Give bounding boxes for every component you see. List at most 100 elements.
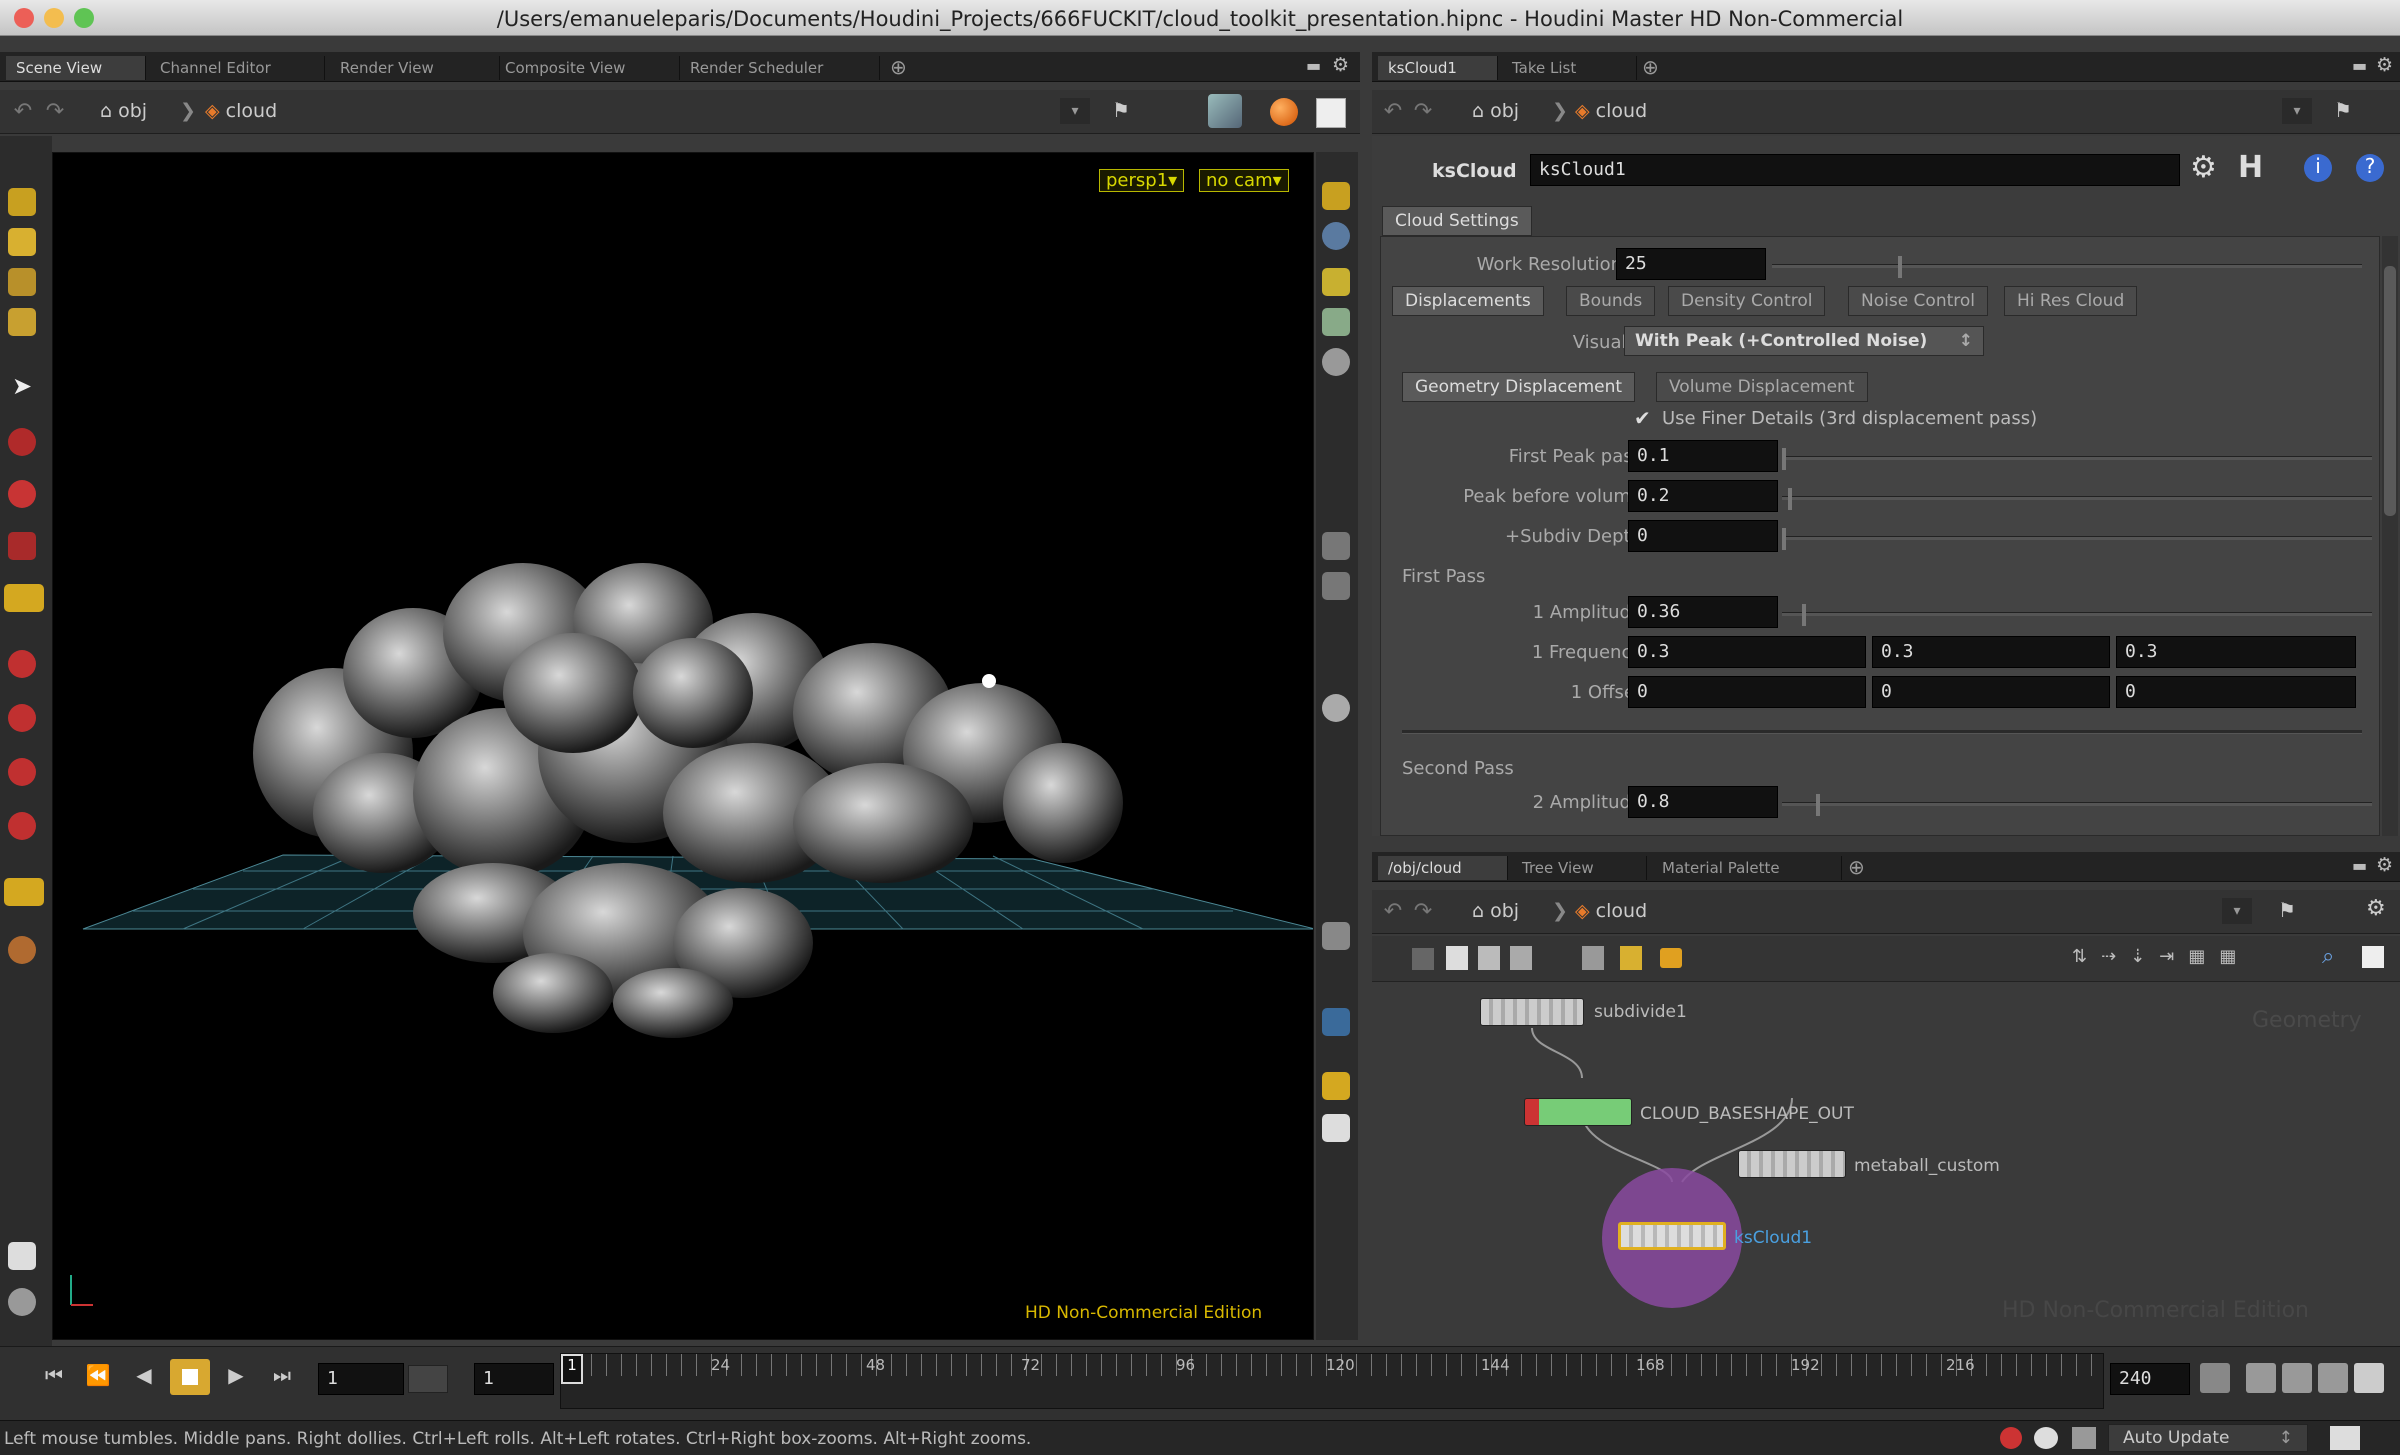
frequency-1-x-field[interactable]: 0.3 [1628,636,1866,668]
amplitude-1-slider[interactable] [1782,604,2372,626]
tab-bounds[interactable]: Bounds [1566,286,1656,316]
path-dropdown-icon[interactable]: ▾ [2222,898,2252,924]
help-icon[interactable]: ? [2356,154,2384,182]
layout-icon[interactable] [1322,1072,1350,1100]
tab-render-view[interactable]: Render View [330,56,500,80]
world-icon[interactable] [8,1288,36,1316]
pane-settings-icon[interactable]: ⚙ [2376,54,2393,76]
list-mode-icon[interactable] [1412,948,1434,970]
offset-1-z-field[interactable]: 0 [2116,676,2356,708]
path-node[interactable]: ◈ cloud [205,100,277,122]
tab-network[interactable]: /obj/cloud [1378,856,1508,880]
magnet-4-icon[interactable] [8,812,36,840]
offset-1-y-field[interactable]: 0 [1872,676,2110,708]
playhead-marker[interactable]: 1 [561,1354,583,1384]
node-kscloud1[interactable] [1618,1222,1726,1250]
tab-composite-view[interactable]: Composite View [495,56,680,80]
tab-volume-displacement[interactable]: Volume Displacement [1656,372,1868,402]
view-tool-icon[interactable] [8,228,36,256]
camera-view-icon[interactable] [1322,1008,1350,1036]
work-resolution-field[interactable]: 25 [1616,248,1766,280]
display-eye-icon[interactable] [1322,182,1350,210]
node-metaball-custom[interactable] [1738,1150,1846,1178]
performance-icon[interactable] [2072,1427,2096,1449]
back-icon[interactable]: ↶ [1378,897,1408,927]
network-settings-icon[interactable]: ⚙ [2366,896,2386,921]
snapshot-icon[interactable] [1316,98,1346,128]
visualize-menu[interactable]: With Peak (+Controlled Noise) ↕ [1624,326,1984,356]
safe-area-icon[interactable] [1322,1114,1350,1142]
offset-1-x-field[interactable]: 0 [1628,676,1866,708]
subdiv-depth-field[interactable]: 0 [1628,520,1778,552]
backface-icon[interactable] [1322,532,1350,560]
frame-icon[interactable] [2362,946,2384,968]
shading-icon[interactable] [1322,348,1350,376]
snap-icon[interactable] [4,878,44,906]
translate-tool-icon[interactable] [8,428,36,456]
first-peak-field[interactable]: 0.1 [1628,440,1778,472]
scope-icon[interactable] [2318,1363,2348,1393]
grid-icon[interactable] [1322,694,1350,722]
rotate-tool-icon[interactable] [8,480,36,508]
pane-maximize-icon[interactable]: ▬ [2352,56,2367,75]
pin-icon[interactable]: ⚑ [2334,98,2352,122]
path-dropdown-icon[interactable]: ▾ [2282,98,2312,124]
pin-icon[interactable]: ⚑ [1112,98,1130,122]
scene-viewport[interactable]: persp1▾ no cam▾ HD Non-Commercial Editio… [52,152,1314,1340]
tab-density-control[interactable]: Density Control [1668,286,1826,316]
work-resolution-slider[interactable] [1772,256,2362,278]
subdiv-depth-slider[interactable] [1782,528,2372,550]
pane-settings-icon[interactable]: ⚙ [2376,854,2393,876]
first-peak-slider[interactable] [1782,448,2372,470]
tab-tree-view[interactable]: Tree View [1512,856,1647,880]
path-node[interactable]: ◈ cloud [1575,900,1647,922]
vis-icon[interactable] [1322,922,1350,950]
pin-icon[interactable]: ⚑ [2278,898,2296,922]
stop-button[interactable] [170,1359,210,1395]
pane-maximize-icon[interactable]: ▬ [2352,856,2367,875]
current-frame-field[interactable]: 1 [318,1363,404,1395]
amplitude-2-slider[interactable] [1782,794,2372,816]
tab-hi-res-cloud[interactable]: Hi Res Cloud [2004,286,2138,316]
magnet-1-icon[interactable] [8,650,36,678]
path-root[interactable]: ⌂ obj [100,100,147,122]
tab-geometry-displacement[interactable]: Geometry Displacement [1402,372,1636,402]
display-options-icon[interactable] [1208,94,1242,128]
magnet-3-icon[interactable] [8,758,36,786]
tab-material-palette[interactable]: Material Palette [1652,856,1842,880]
add-tab-icon[interactable]: ⊕ [1848,855,1865,879]
active-handle-icon[interactable] [4,584,44,612]
messages-icon[interactable] [2034,1427,2058,1449]
lighting-icon[interactable] [1322,222,1350,250]
forward-icon[interactable]: ↷ [1408,897,1438,927]
camera-tool-icon[interactable] [8,936,36,964]
scale-red-tool-icon[interactable] [8,532,36,560]
layout-nodes-icon[interactable] [1582,946,1604,970]
network-canvas[interactable]: Geometry HD Non-Commercial Edition subdi… [1372,982,2400,1340]
finer-details-checkbox[interactable]: ✔ [1634,408,1654,428]
frame-stepper[interactable] [408,1365,448,1393]
back-icon[interactable]: ↶ [1378,97,1408,127]
node-subdivide1[interactable] [1480,998,1584,1026]
auto-update-menu[interactable]: Auto Update ↕ [2108,1424,2308,1452]
step-back-icon[interactable]: ⏪ [78,1363,118,1395]
notes-icon[interactable] [8,1242,36,1270]
keys-icon[interactable] [2246,1363,2276,1393]
image-icon[interactable] [1510,946,1532,970]
path-dropdown-icon[interactable]: ▾ [1060,98,1090,124]
error-icon[interactable] [2000,1427,2022,1449]
pose-tool-icon[interactable] [8,308,36,336]
network-box-icon[interactable] [1478,946,1500,970]
start-frame-field[interactable]: 1 [474,1363,554,1395]
jump-start-icon[interactable]: ⏮ [34,1363,74,1395]
color-icon[interactable] [1620,946,1642,970]
end-frame-field[interactable]: 240 [2110,1363,2190,1395]
frequency-1-y-field[interactable]: 0.3 [1872,636,2110,668]
tab-kscloud1[interactable]: ksCloud1 [1378,56,1498,80]
back-icon[interactable]: ↶ [8,97,38,127]
scale-tool-icon[interactable] [8,268,36,296]
timeline[interactable]: 24 48 72 96 120 144 168 192 216 1 [560,1353,2105,1409]
audio-icon[interactable] [2200,1363,2230,1393]
ghost-icon[interactable] [1322,308,1350,336]
forward-icon[interactable]: ↷ [40,97,70,127]
